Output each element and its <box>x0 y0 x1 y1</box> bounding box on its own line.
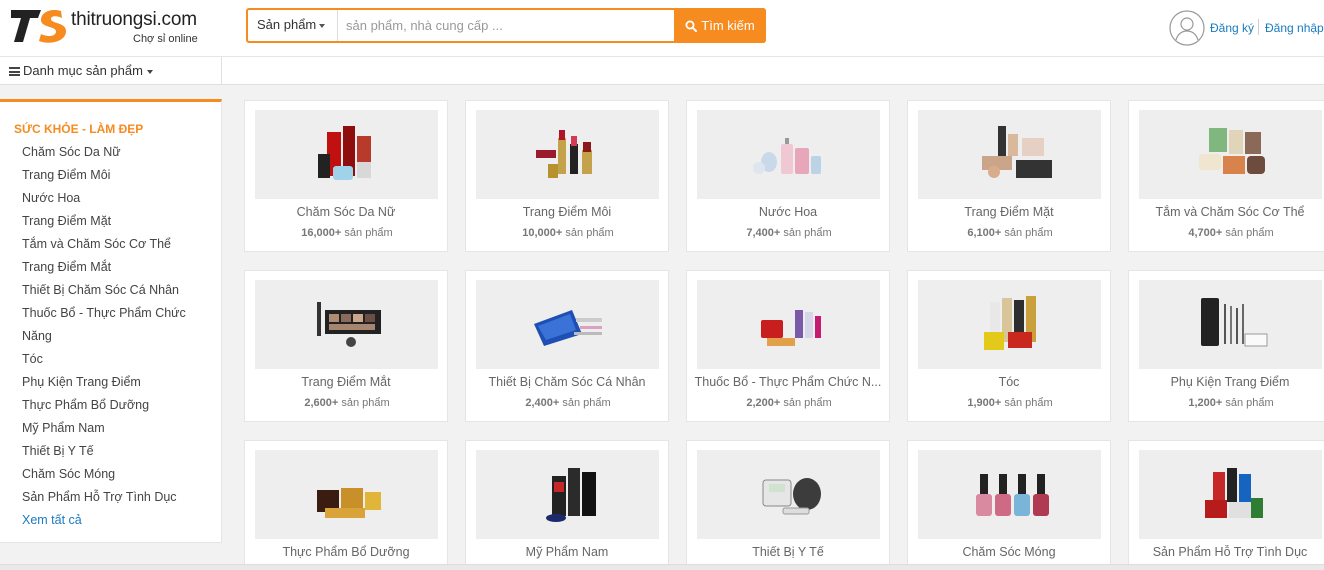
category-name: Mỹ Phẩm Nam <box>525 545 609 559</box>
category-grid: Chăm Sóc Da Nữ 16,000+ sản phẩm Trang Đi… <box>243 99 1324 570</box>
sexual-health-products-image <box>1139 450 1322 539</box>
see-all-link[interactable]: Xem tất cả <box>22 511 186 534</box>
user-avatar-icon[interactable] <box>1169 10 1205 46</box>
category-count: 2,200+ sản phẩm <box>746 397 832 409</box>
sidebar-title: SỨC KHỎE - LÀM ĐẸP <box>14 122 144 136</box>
makeup-brushes-image <box>1139 280 1322 369</box>
categories-menu-label: Danh mục sản phẩm <box>23 63 143 78</box>
category-count: 2,600+ sản phẩm <box>304 397 390 409</box>
sidebar-item[interactable]: Chăm Sóc Móng <box>22 465 186 488</box>
category-card[interactable]: Thiết Bị Y Tế <box>686 440 890 570</box>
men-cosmetics-image <box>476 450 659 539</box>
category-name: Thuốc Bổ - Thực Phẩm Chức N... <box>694 375 882 389</box>
sidebar-item[interactable]: Trang Điểm Môi <box>22 166 186 189</box>
search-input[interactable] <box>340 12 674 39</box>
category-name: Phụ Kiện Trang Điểm <box>1170 375 1290 389</box>
category-card[interactable]: Chăm Sóc Da Nữ 16,000+ sản phẩm <box>244 100 448 252</box>
search-icon <box>685 20 698 32</box>
category-name: Chăm Sóc Da Nữ <box>296 205 396 219</box>
sidebar-list: Chăm Sóc Da Nữ Trang Điểm Môi Nước Hoa T… <box>22 143 186 534</box>
sidebar-item[interactable]: Thực Phẩm Bổ Dưỡng <box>22 396 186 419</box>
logo-icon <box>11 10 67 43</box>
divider <box>1258 19 1259 35</box>
category-count: 4,700+ sản phẩm <box>1188 227 1274 239</box>
hair-care-image <box>918 280 1101 369</box>
category-card[interactable]: Chăm Sóc Móng <box>907 440 1111 570</box>
register-link[interactable]: Đăng ký <box>1210 21 1254 35</box>
category-name: Thiết Bị Y Tế <box>752 545 824 559</box>
category-card[interactable]: Thực Phẩm Bổ Dưỡng <box>244 440 448 570</box>
category-card[interactable]: Trang Điểm Mặt 6,100+ sản phẩm <box>907 100 1111 252</box>
category-name: Tắm và Chăm Sóc Cơ Thể <box>1155 205 1305 219</box>
category-card[interactable]: Phụ Kiện Trang Điểm 1,200+ sản phẩm <box>1128 270 1324 422</box>
sidebar-item[interactable]: Nước Hoa <box>22 189 186 212</box>
supplements-image <box>697 280 880 369</box>
face-makeup-image <box>918 110 1101 199</box>
category-bar: Danh mục sản phẩm <box>0 57 1324 85</box>
caret-down-icon <box>146 69 153 74</box>
category-name: Trang Điểm Môi <box>522 205 612 219</box>
categories-menu-toggle[interactable]: Danh mục sản phẩm <box>0 57 222 85</box>
lipstick-products-image <box>476 110 659 199</box>
site-logo[interactable]: thitruongsi.com Chợ sỉ online <box>11 6 223 48</box>
category-count: 10,000+ sản phẩm <box>522 227 614 239</box>
logo-tagline: Chợ sỉ online <box>133 33 198 45</box>
category-card[interactable]: Sản Phẩm Hỗ Trợ Tình Dục <box>1128 440 1324 570</box>
category-sidebar: SỨC KHỎE - LÀM ĐẸP Chăm Sóc Da Nữ Trang … <box>0 99 222 543</box>
sidebar-item[interactable]: Tóc <box>22 350 186 373</box>
medical-device-image <box>697 450 880 539</box>
sidebar-item[interactable]: Thuốc Bổ - Thực Phẩm Chức <box>22 304 186 327</box>
category-name: Trang Điểm Mắt <box>301 375 391 389</box>
nail-polish-image <box>918 450 1101 539</box>
category-name: Thiết Bị Chăm Sóc Cá Nhân <box>488 375 646 389</box>
category-card[interactable]: Tắm và Chăm Sóc Cơ Thể 4,700+ sản phẩm <box>1128 100 1324 252</box>
sidebar-item[interactable]: Trang Điểm Mắt <box>22 258 186 281</box>
category-name: Thực Phẩm Bổ Dưỡng <box>282 545 410 559</box>
search-bar: Sản phẩm Tìm kiếm <box>246 8 766 43</box>
sidebar-item[interactable]: Mỹ Phẩm Nam <box>22 419 186 442</box>
menu-bars-icon <box>9 67 20 76</box>
sidebar-item[interactable]: Sản Phẩm Hỗ Trợ Tình Dục <box>22 488 186 511</box>
page-bottom-edge <box>0 564 1324 570</box>
category-card[interactable]: Mỹ Phẩm Nam <box>465 440 669 570</box>
category-count: 7,400+ sản phẩm <box>746 227 832 239</box>
category-name: Tóc <box>998 375 1020 389</box>
category-count: 6,100+ sản phẩm <box>967 227 1053 239</box>
search-category-label: Sản phẩm <box>257 17 317 32</box>
sidebar-item[interactable]: Thiết Bị Y Tế <box>22 442 186 465</box>
login-link[interactable]: Đăng nhập <box>1265 21 1324 35</box>
category-card[interactable]: Thiết Bị Chăm Sóc Cá Nhân 2,400+ sản phẩ… <box>465 270 669 422</box>
category-card[interactable]: Thuốc Bổ - Thực Phẩm Chức N... 2,200+ sả… <box>686 270 890 422</box>
sidebar-item[interactable]: Tắm và Chăm Sóc Cơ Thể <box>22 235 186 258</box>
search-category-dropdown[interactable]: Sản phẩm <box>248 10 338 41</box>
search-button-label: Tìm kiếm <box>701 18 755 33</box>
body-care-image <box>1139 110 1322 199</box>
category-name: Trang Điểm Mặt <box>964 205 1054 219</box>
sidebar-item[interactable]: Chăm Sóc Da Nữ <box>22 143 186 166</box>
category-count: 2,400+ sản phẩm <box>525 397 611 409</box>
category-card[interactable]: Trang Điểm Mắt 2,600+ sản phẩm <box>244 270 448 422</box>
sidebar-item[interactable]: Năng <box>22 327 186 350</box>
category-card[interactable]: Tóc 1,900+ sản phẩm <box>907 270 1111 422</box>
category-name: Sản Phẩm Hỗ Trợ Tình Dục <box>1152 545 1308 559</box>
category-count: 1,900+ sản phẩm <box>967 397 1053 409</box>
caret-down-icon <box>319 23 326 28</box>
category-name: Nước Hoa <box>758 205 818 219</box>
category-count: 1,200+ sản phẩm <box>1188 397 1274 409</box>
category-card[interactable]: Trang Điểm Môi 10,000+ sản phẩm <box>465 100 669 252</box>
eye-makeup-image <box>255 280 438 369</box>
sidebar-item[interactable]: Phụ Kiện Trang Điểm <box>22 373 186 396</box>
skincare-products-image <box>255 110 438 199</box>
personal-care-device-image <box>476 280 659 369</box>
search-button[interactable]: Tìm kiếm <box>674 8 766 43</box>
category-count: 16,000+ sản phẩm <box>301 227 393 239</box>
sidebar-item[interactable]: Trang Điểm Mặt <box>22 212 186 235</box>
logo-name: thitruongsi.com <box>71 9 197 30</box>
nutrition-food-image <box>255 450 438 539</box>
category-card[interactable]: Nước Hoa 7,400+ sản phẩm <box>686 100 890 252</box>
category-name: Chăm Sóc Móng <box>962 545 1056 559</box>
perfume-bottles-image <box>697 110 880 199</box>
sidebar-item[interactable]: Thiết Bị Chăm Sóc Cá Nhân <box>22 281 186 304</box>
header: thitruongsi.com Chợ sỉ online Sản phẩm T… <box>0 0 1324 57</box>
